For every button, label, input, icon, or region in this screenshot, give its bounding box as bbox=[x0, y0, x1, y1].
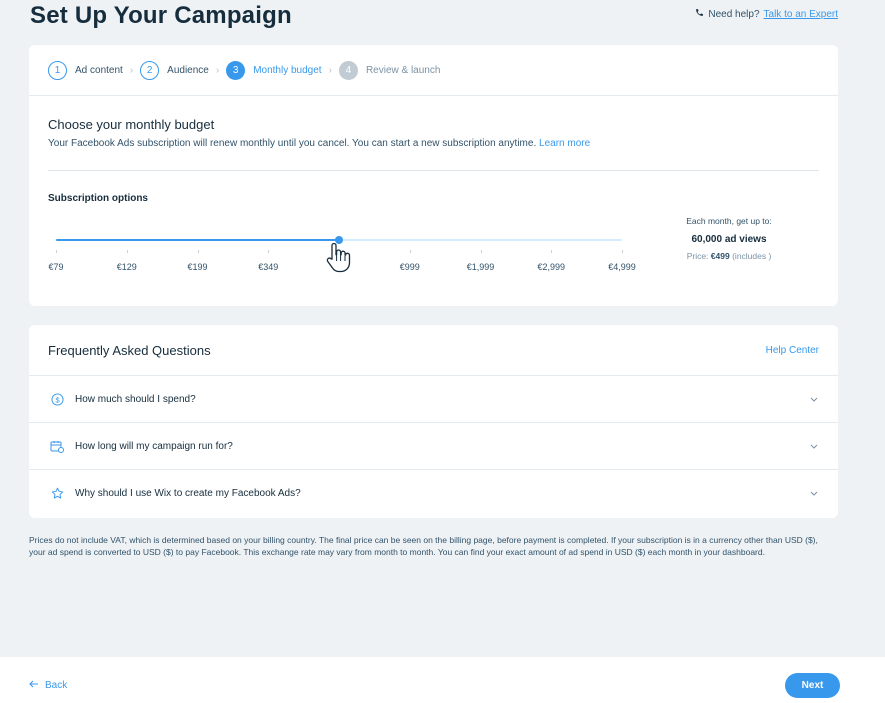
arrow-left-icon bbox=[29, 680, 39, 691]
footer-bar: Back Next bbox=[0, 657, 885, 703]
help-section: Need help? Talk to an Expert bbox=[695, 8, 838, 20]
step-review-launch: 4 Review & launch bbox=[338, 60, 441, 80]
faq-item[interactable]: $ How much should I spend? bbox=[29, 376, 838, 423]
chevron-right-icon: › bbox=[215, 64, 220, 76]
back-label: Back bbox=[45, 680, 68, 691]
slider-option-label[interactable]: €199 bbox=[187, 262, 207, 272]
hand-pointer-icon bbox=[326, 242, 351, 273]
star-icon bbox=[48, 487, 66, 500]
slider-option-label[interactable]: €4,999 bbox=[608, 262, 636, 272]
step-label: Audience bbox=[167, 64, 209, 76]
slider-tick bbox=[551, 250, 553, 253]
calendar-icon bbox=[48, 440, 66, 453]
info-ad-views: 60,000 ad views bbox=[691, 234, 767, 245]
back-button[interactable]: Back bbox=[29, 680, 67, 691]
help-prefix: Need help? bbox=[708, 8, 760, 20]
page-title: Set Up Your Campaign bbox=[30, 2, 292, 29]
slider-option-label[interactable]: €349 bbox=[258, 262, 278, 272]
price-value: €499 bbox=[710, 251, 730, 261]
step-label: Monthly budget bbox=[253, 64, 322, 76]
faq-item[interactable]: How long will my campaign run for? bbox=[29, 423, 838, 470]
help-center-link[interactable]: Help Center bbox=[766, 345, 819, 356]
budget-description: Your Facebook Ads subscription will rene… bbox=[48, 138, 590, 149]
step-monthly-budget[interactable]: 3 Monthly budget bbox=[226, 60, 322, 80]
phone-icon bbox=[695, 8, 704, 20]
slider-tick bbox=[409, 250, 411, 253]
slider-tick bbox=[126, 250, 128, 253]
slider-tick bbox=[197, 250, 199, 253]
faq-card: Frequently Asked Questions Help Center $… bbox=[29, 325, 838, 518]
step-number: 4 bbox=[338, 60, 358, 80]
subscription-options-label: Subscription options bbox=[48, 193, 148, 204]
next-button[interactable]: Next bbox=[785, 673, 840, 698]
budget-title: Choose your monthly budget bbox=[48, 117, 215, 132]
chevron-right-icon: › bbox=[129, 64, 134, 76]
step-number: 2 bbox=[140, 60, 160, 80]
faq-header: Frequently Asked Questions Help Center bbox=[29, 325, 838, 376]
chevron-down-icon[interactable] bbox=[809, 441, 819, 451]
divider bbox=[48, 170, 819, 171]
step-ad-content[interactable]: 1 Ad content bbox=[48, 60, 123, 80]
faq-question: Why should I use Wix to create my Facebo… bbox=[75, 488, 301, 499]
price-suffix: (includes ) bbox=[732, 251, 772, 261]
step-number: 3 bbox=[226, 60, 246, 80]
faq-item[interactable]: Why should I use Wix to create my Facebo… bbox=[29, 470, 838, 517]
step-audience[interactable]: 2 Audience bbox=[140, 60, 209, 80]
slider-option-label[interactable]: €1,999 bbox=[467, 262, 495, 272]
step-number: 1 bbox=[48, 60, 67, 80]
budget-info: Each month, get up to: 60,000 ad views P… bbox=[663, 216, 795, 261]
talk-to-expert-link[interactable]: Talk to an Expert bbox=[764, 9, 838, 20]
budget-card: 1 Ad content › 2 Audience › 3 Monthly bu… bbox=[29, 45, 838, 306]
stepper: 1 Ad content › 2 Audience › 3 Monthly bu… bbox=[29, 45, 838, 96]
learn-more-link[interactable]: Learn more bbox=[539, 138, 590, 149]
slider-tick bbox=[622, 250, 623, 253]
pricing-disclaimer: Prices do not include VAT, which is dete… bbox=[29, 535, 818, 557]
slider-tick bbox=[56, 250, 57, 253]
slider-option-label[interactable]: €129 bbox=[117, 262, 137, 272]
slider-tick bbox=[480, 250, 482, 253]
faq-question: How much should I spend? bbox=[75, 393, 196, 405]
price-label: Price: bbox=[686, 251, 709, 261]
slider-fill bbox=[56, 239, 339, 241]
slider-option-label[interactable]: €2,999 bbox=[537, 262, 565, 272]
faq-question: How long will my campaign run for? bbox=[75, 440, 233, 452]
slider-option-label[interactable]: €79 bbox=[48, 262, 63, 272]
slider-option-label[interactable]: €999 bbox=[400, 262, 420, 272]
budget-description-text: Your Facebook Ads subscription will rene… bbox=[48, 138, 537, 149]
chevron-down-icon[interactable] bbox=[809, 394, 819, 404]
step-label: Review & launch bbox=[365, 64, 441, 76]
dollar-circle-icon: $ bbox=[48, 392, 66, 406]
step-label: Ad content bbox=[75, 64, 123, 76]
svg-text:$: $ bbox=[55, 395, 59, 404]
info-headline: Each month, get up to: bbox=[686, 216, 772, 226]
chevron-right-icon: › bbox=[328, 64, 332, 76]
slider-tick bbox=[268, 250, 270, 253]
faq-title: Frequently Asked Questions bbox=[48, 342, 211, 358]
chevron-down-icon[interactable] bbox=[809, 489, 819, 499]
info-price: Price: €499 (includes ) bbox=[663, 251, 795, 261]
